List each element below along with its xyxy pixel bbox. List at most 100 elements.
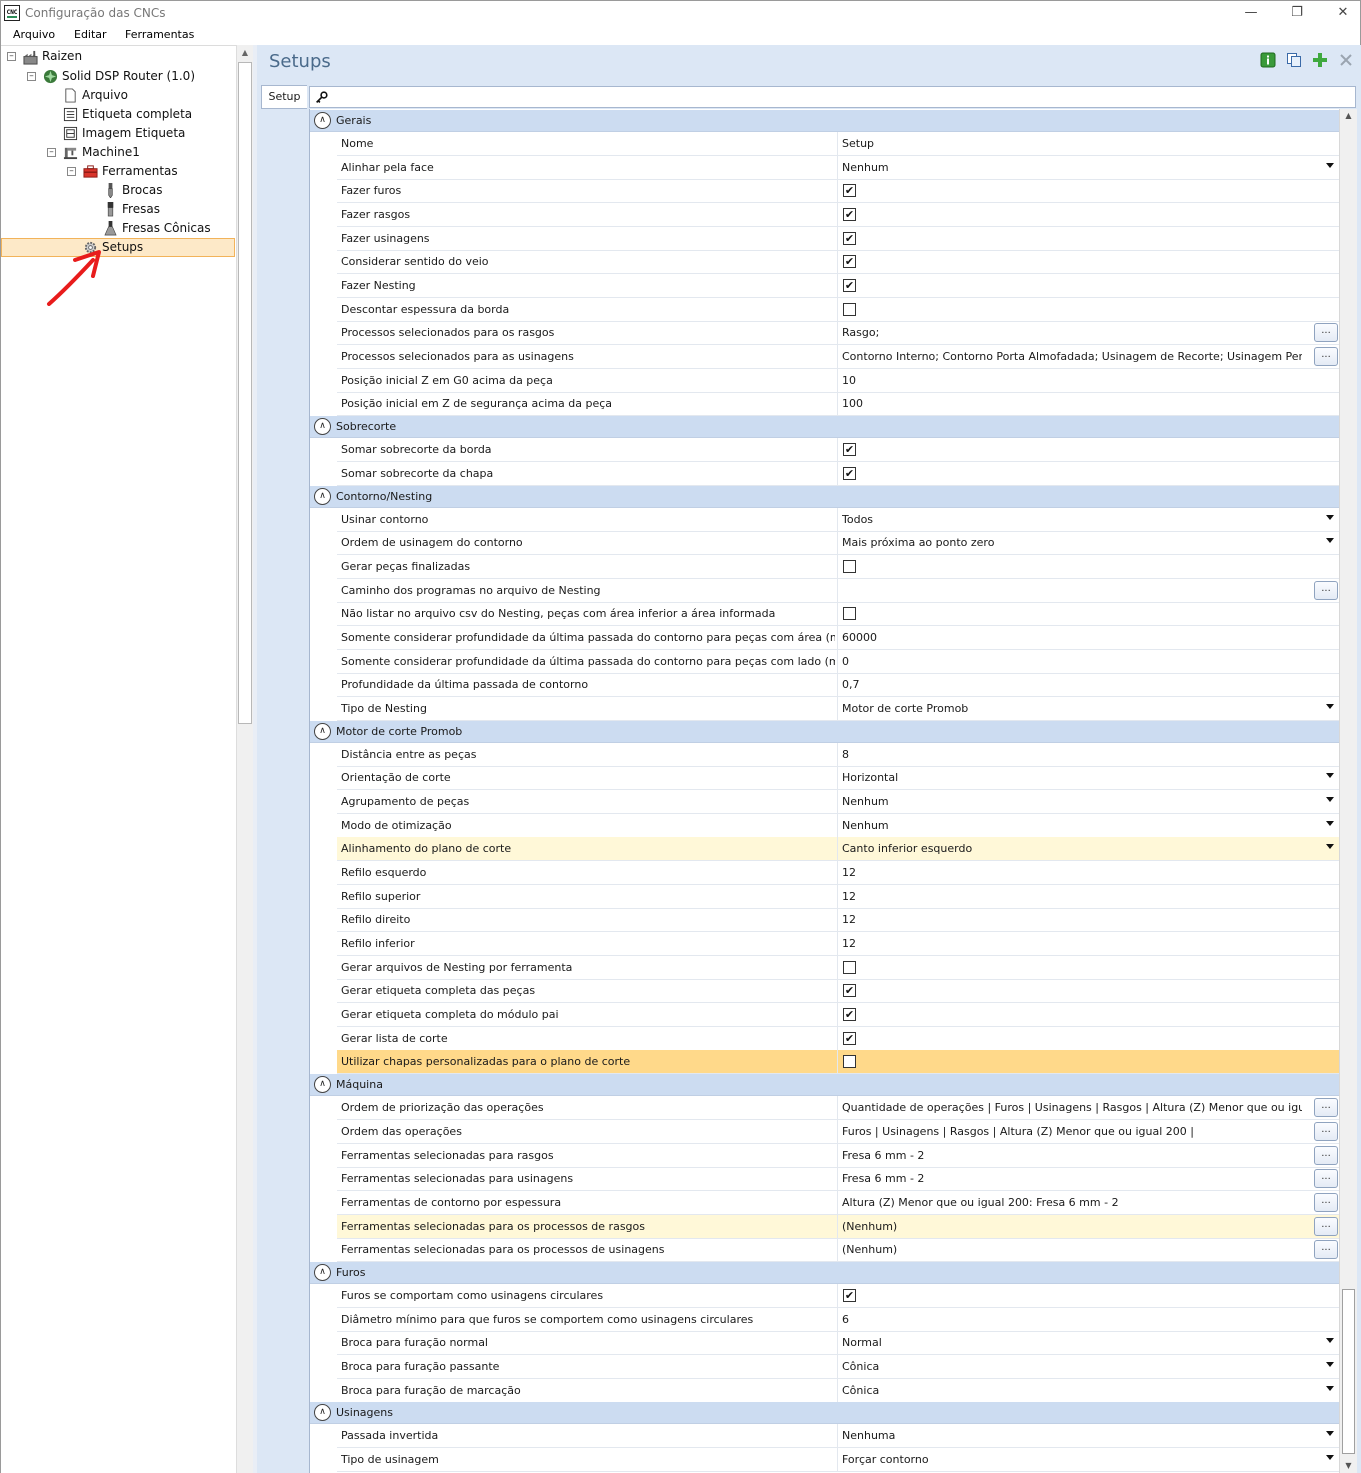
property-value-cell[interactable]: Nenhum xyxy=(837,155,1339,179)
tab-setup[interactable]: Setup xyxy=(261,85,307,109)
property-value-cell[interactable]: Setup xyxy=(837,132,1339,155)
property-row[interactable]: Agrupamento de peças Nenhum xyxy=(337,790,1339,814)
property-row[interactable]: Não listar no arquivo csv do Nesting, pe… xyxy=(337,602,1339,627)
property-row[interactable]: Ordem de priorização das operações Quanti… xyxy=(337,1096,1339,1121)
tree-item-machine1[interactable]: Machine1 xyxy=(82,143,140,161)
collapse-chevron-icon[interactable]: ∧ xyxy=(314,418,331,436)
property-row[interactable]: Refilo inferior 12 xyxy=(337,932,1339,957)
menu-ferramentas[interactable]: Ferramentas xyxy=(125,28,194,41)
tree-scrollbar[interactable]: ▲ xyxy=(236,45,253,1473)
menu-editar[interactable]: Editar xyxy=(74,28,107,41)
property-value-cell[interactable]: ✔ xyxy=(837,461,1339,485)
tree-item-raizen[interactable]: Raizen xyxy=(42,47,82,65)
property-row[interactable]: Somente considerar profundidade da últim… xyxy=(337,625,1339,650)
collapse-chevron-icon[interactable]: ∧ xyxy=(314,1076,331,1094)
ellipsis-button[interactable]: ... xyxy=(1314,1121,1338,1141)
checkbox-checked[interactable]: ✔ xyxy=(843,184,856,198)
property-value-cell[interactable]: 0,7 xyxy=(837,673,1339,697)
category-header[interactable]: ∧ Motor de corte Promob xyxy=(310,720,1339,743)
property-row[interactable]: Gerar arquivos de Nesting por ferramenta xyxy=(337,955,1339,980)
property-row[interactable]: Tipo de Nesting Motor de corte Promob xyxy=(337,696,1339,721)
property-row[interactable]: Passada invertida Nenhuma xyxy=(337,1424,1339,1449)
dropdown-arrow-icon[interactable] xyxy=(1326,1338,1334,1344)
property-row[interactable]: Somente considerar profundidade da últim… xyxy=(337,649,1339,674)
property-value-cell[interactable]: 12 xyxy=(837,861,1339,885)
dropdown-arrow-icon[interactable] xyxy=(1326,538,1334,544)
property-row[interactable]: Considerar sentido do veio ✔ xyxy=(337,250,1339,275)
collapse-chevron-icon[interactable]: ∧ xyxy=(314,1404,331,1422)
category-header[interactable]: ∧ Sobrecorte xyxy=(310,416,1339,439)
property-value-cell[interactable]: ✔ xyxy=(837,203,1339,227)
property-row[interactable]: Descontar espessura da borda xyxy=(337,297,1339,322)
collapse-chevron-icon[interactable]: ∧ xyxy=(314,112,331,129)
property-row[interactable]: Fazer usinagens ✔ xyxy=(337,226,1339,251)
ellipsis-button[interactable]: ... xyxy=(1314,1098,1338,1118)
dropdown-arrow-icon[interactable] xyxy=(1326,162,1334,168)
property-row[interactable]: Gerar etiqueta completa das peças ✔ xyxy=(337,979,1339,1004)
property-value-cell[interactable]: ✔ xyxy=(837,979,1339,1003)
delete-icon[interactable] xyxy=(1338,52,1354,68)
tree-item-imagem-etiqueta[interactable]: Imagem Etiqueta xyxy=(82,124,185,142)
property-value-cell[interactable]: ... xyxy=(837,578,1339,602)
tree-item-router[interactable]: Solid DSP Router (1.0) xyxy=(62,67,195,85)
property-row[interactable]: Posição inicial Z em G0 acima da peça 10 xyxy=(337,368,1339,393)
checkbox-checked[interactable]: ✔ xyxy=(843,1031,856,1045)
dropdown-arrow-icon[interactable] xyxy=(1326,820,1334,826)
property-value-cell[interactable]: (Nenhum)... xyxy=(837,1214,1339,1238)
property-value-cell[interactable]: Mais próxima ao ponto zero xyxy=(837,531,1339,555)
property-row[interactable]: Ferramentas selecionadas para rasgos Fres… xyxy=(337,1143,1339,1168)
checkbox-unchecked[interactable] xyxy=(843,1055,856,1069)
tree-item-arquivo[interactable]: Arquivo xyxy=(82,86,128,104)
property-grid-scrollbar[interactable]: ▲ ▼ xyxy=(1339,109,1357,1473)
property-value-cell[interactable]: Cônica xyxy=(837,1378,1339,1402)
property-row[interactable]: Diâmetro mínimo para que furos se compor… xyxy=(337,1307,1339,1332)
property-value-cell[interactable]: Fresa 6 mm - 2... xyxy=(837,1143,1339,1167)
property-value-cell[interactable]: ✔ xyxy=(837,1026,1339,1050)
dropdown-arrow-icon[interactable] xyxy=(1326,844,1334,850)
property-row[interactable]: Orientação de corte Horizontal xyxy=(337,766,1339,791)
collapse-chevron-icon[interactable]: ∧ xyxy=(314,722,331,740)
category-header[interactable]: ∧ Furos xyxy=(310,1261,1339,1284)
add-icon[interactable] xyxy=(1312,52,1328,68)
ellipsis-button[interactable]: ... xyxy=(1314,1145,1338,1165)
ellipsis-button[interactable]: ... xyxy=(1314,1192,1338,1212)
category-header[interactable]: ∧ Máquina xyxy=(310,1074,1339,1097)
tree-item-ferramentas[interactable]: Ferramentas xyxy=(102,162,178,180)
property-value-cell[interactable]: Todos xyxy=(837,507,1339,531)
minimize-icon[interactable]: — xyxy=(1235,3,1267,23)
category-header[interactable]: ∧ Contorno/Nesting xyxy=(310,485,1339,508)
checkbox-unchecked[interactable] xyxy=(843,960,856,974)
property-value-cell[interactable]: 0 xyxy=(837,649,1339,673)
checkbox-unchecked[interactable] xyxy=(843,607,856,621)
ellipsis-button[interactable]: ... xyxy=(1314,1216,1338,1236)
property-row[interactable]: Refilo direito 12 xyxy=(337,908,1339,933)
property-row[interactable]: Nome Setup xyxy=(337,132,1339,156)
property-row[interactable]: Alinhar pela face Nenhum xyxy=(337,155,1339,180)
dropdown-arrow-icon[interactable] xyxy=(1326,773,1334,779)
property-value-cell[interactable]: 12 xyxy=(837,932,1339,956)
property-row[interactable]: Distância entre as peças 8 xyxy=(337,742,1339,767)
property-value-cell[interactable]: ✔ xyxy=(837,179,1339,203)
property-value-cell[interactable] xyxy=(837,554,1339,578)
property-value-cell[interactable]: Cônica xyxy=(837,1354,1339,1378)
checkbox-checked[interactable]: ✔ xyxy=(843,984,856,998)
property-value-cell[interactable] xyxy=(837,1050,1339,1074)
scrollbar-thumb[interactable] xyxy=(238,62,252,724)
property-value-cell[interactable]: Nenhuma xyxy=(837,1424,1339,1448)
property-value-cell[interactable]: 12 xyxy=(837,908,1339,932)
property-row[interactable]: Tipo de usinagem Forçar contorno xyxy=(337,1448,1339,1472)
menu-arquivo[interactable]: Arquivo xyxy=(13,28,55,41)
property-value-cell[interactable]: 8 xyxy=(837,742,1339,766)
checkbox-checked[interactable]: ✔ xyxy=(843,279,856,293)
property-value-cell[interactable]: ✔ xyxy=(837,274,1339,298)
scroll-up-icon[interactable]: ▲ xyxy=(1340,109,1357,123)
property-value-cell[interactable]: Furos | Usinagens | Rasgos | Altura (Z) … xyxy=(837,1119,1339,1143)
property-row[interactable]: Fazer furos ✔ xyxy=(337,179,1339,204)
ellipsis-button[interactable]: ... xyxy=(1314,580,1338,600)
property-value-cell[interactable] xyxy=(837,602,1339,626)
checkbox-unchecked[interactable] xyxy=(843,559,856,573)
tree-item-fresas[interactable]: Fresas xyxy=(122,200,160,218)
property-row[interactable]: Refilo superior 12 xyxy=(337,884,1339,909)
property-value-cell[interactable]: (Nenhum)... xyxy=(837,1238,1339,1262)
property-value-cell[interactable]: Altura (Z) Menor que ou igual 200: Fresa… xyxy=(837,1190,1339,1214)
